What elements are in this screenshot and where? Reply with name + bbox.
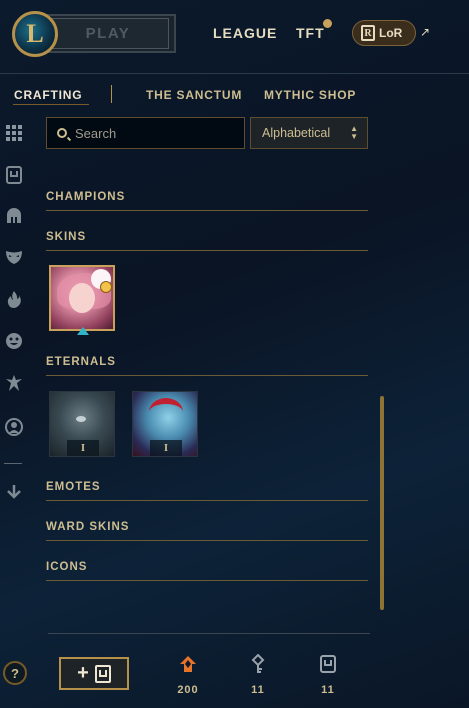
- key-value: 11: [251, 684, 265, 696]
- chest-counter: 11: [308, 653, 348, 696]
- section-emotes[interactable]: EMOTES: [46, 481, 368, 501]
- tab-crafting[interactable]: CRAFTING: [14, 88, 82, 102]
- key-icon: [238, 653, 278, 675]
- rarity-badge-icon: [100, 281, 112, 293]
- mask-icon[interactable]: [4, 247, 24, 267]
- eternal-art: [149, 398, 183, 426]
- section-divider: [46, 250, 368, 251]
- section-title: EMOTES: [46, 481, 101, 493]
- nav-league[interactable]: LEAGUE: [213, 25, 277, 41]
- section-ward-skins[interactable]: WARD SKINS: [46, 521, 368, 541]
- scrollbar-thumb[interactable]: [380, 396, 384, 610]
- section-divider: [46, 580, 368, 581]
- section-divider: [46, 540, 368, 541]
- section-eternals[interactable]: ETERNALS: [46, 356, 368, 376]
- help-button[interactable]: ?: [3, 661, 27, 685]
- eternal-tile[interactable]: I: [132, 391, 198, 457]
- section-icons[interactable]: ICONS: [46, 561, 368, 581]
- helmet-icon[interactable]: [4, 206, 24, 226]
- chest-value: 11: [321, 684, 335, 696]
- chest-icon: [94, 664, 111, 683]
- eternal-rank: I: [67, 440, 99, 456]
- search-field[interactable]: [46, 117, 245, 149]
- skin-shard-tile[interactable]: [49, 265, 115, 331]
- chevron-up-down-icon: ▲ ▼: [350, 124, 358, 141]
- section-title: SKINS: [46, 231, 87, 243]
- external-link-icon: ↗: [420, 25, 431, 39]
- eternal-rank: I: [150, 440, 182, 456]
- add-chest-button[interactable]: +: [59, 657, 129, 690]
- chest-icon[interactable]: [4, 165, 24, 185]
- notification-dot: [323, 19, 332, 28]
- sort-dropdown[interactable]: Alphabetical ▲ ▼: [250, 117, 368, 149]
- chest-icon: [308, 653, 348, 675]
- section-title: ETERNALS: [46, 356, 116, 368]
- section-divider: [46, 210, 368, 211]
- flame-icon[interactable]: [4, 289, 24, 309]
- ward-icon[interactable]: [4, 373, 24, 393]
- eternal-tile[interactable]: I: [49, 391, 115, 457]
- section-skins[interactable]: SKINS: [46, 231, 368, 251]
- lor-label: LoR: [379, 26, 403, 40]
- nav-tft[interactable]: TFT: [296, 25, 325, 41]
- section-divider: [46, 500, 368, 501]
- search-icon: [57, 128, 67, 138]
- play-label: PLAY: [47, 18, 169, 49]
- section-title: ICONS: [46, 561, 88, 573]
- sidebar-separator: [4, 463, 22, 464]
- league-logo-icon[interactable]: L: [12, 11, 58, 57]
- loot-tabs: CRAFTING THE SANCTUM MYTHIC SHOP: [0, 85, 469, 110]
- orange-essence-counter: 200: [168, 653, 208, 696]
- emote-icon[interactable]: [4, 331, 24, 351]
- tab-the-sanctum[interactable]: THE SANCTUM: [146, 88, 242, 102]
- lor-logo-icon: R: [361, 25, 375, 41]
- grid-icon[interactable]: [4, 123, 24, 143]
- sort-icon[interactable]: [4, 481, 24, 501]
- footer-divider: [48, 633, 370, 634]
- plus-icon: +: [77, 662, 89, 684]
- nav-lor-button[interactable]: R LoR: [352, 20, 416, 46]
- orange-essence-icon: [168, 653, 208, 675]
- tab-mythic-shop[interactable]: MYTHIC SHOP: [264, 88, 356, 102]
- selection-caret-icon: [77, 327, 89, 335]
- play-button[interactable]: PLAY: [40, 14, 176, 53]
- profile-icon[interactable]: [4, 417, 24, 437]
- search-input[interactable]: [75, 125, 235, 141]
- active-tab-underline: [13, 104, 89, 105]
- eternal-art: [76, 416, 86, 422]
- orange-essence-value: 200: [177, 684, 199, 696]
- section-title: CHAMPIONS: [46, 191, 126, 203]
- sort-value: Alphabetical: [262, 126, 331, 140]
- section-divider: [46, 375, 368, 376]
- key-counter: 11: [238, 653, 278, 696]
- top-bar: PLAY L LEAGUE TFT R LoR ↗: [0, 0, 469, 74]
- section-champions[interactable]: CHAMPIONS: [46, 191, 368, 211]
- section-title: WARD SKINS: [46, 521, 130, 533]
- tab-divider: [111, 85, 112, 103]
- skin-art-face: [69, 283, 95, 313]
